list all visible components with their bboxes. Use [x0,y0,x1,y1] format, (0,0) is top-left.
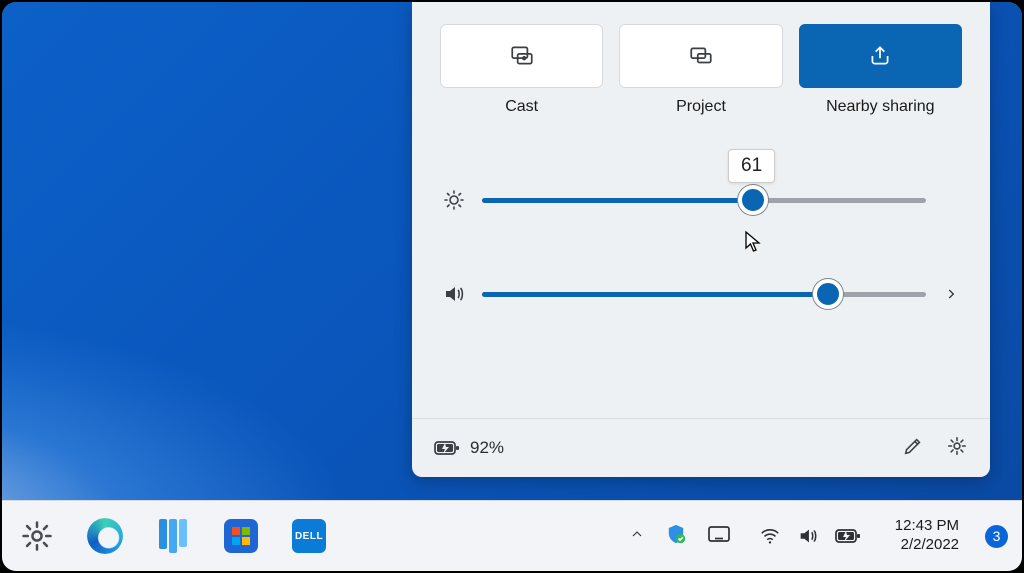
battery-icon [835,527,861,545]
taskbar: DELL 12:43 PM 2/2/2022 3 [2,500,1022,571]
notification-count-badge[interactable]: 3 [985,525,1008,548]
pencil-icon [902,435,924,457]
gear-icon [20,519,54,553]
volume-icon [440,282,468,306]
cast-tile[interactable] [440,24,603,88]
quick-settings-footer: 92% [412,418,990,477]
edit-quick-settings-button[interactable] [902,435,924,462]
battery-status[interactable]: 92% [434,438,504,458]
project-icon [688,43,714,69]
volume-flyout-arrow[interactable] [940,287,962,301]
chevron-up-icon [629,526,645,542]
taskbar-edge-app[interactable] [84,515,126,557]
brightness-slider[interactable] [482,198,926,203]
dell-icon: DELL [292,519,326,553]
taskbar-clock[interactable]: 12:43 PM 2/2/2022 [895,517,959,555]
wifi-icon [759,525,781,547]
files-icon [159,519,187,553]
brightness-tooltip: 61 [728,149,775,183]
cast-icon [509,43,535,69]
edge-icon [87,518,123,554]
cast-label: Cast [440,98,603,116]
store-icon [224,519,258,553]
battery-percent: 92% [470,438,504,458]
shield-icon [665,523,687,545]
tray-overflow-button[interactable] [629,526,645,547]
gear-icon [946,435,968,457]
brightness-row [412,180,990,220]
taskbar-settings-app[interactable] [16,515,58,557]
battery-icon [434,438,460,458]
taskbar-file-explorer-app[interactable] [152,515,194,557]
quick-settings-panel: Cast Project Nearby sharing 61 [412,2,990,477]
volume-thumb[interactable] [813,279,843,309]
clock-time: 12:43 PM [895,517,959,536]
system-tray-network-volume-battery[interactable] [751,521,869,551]
volume-row [412,274,990,314]
brightness-thumb[interactable] [738,185,768,215]
volume-slider[interactable] [482,292,926,297]
tray-input-indicator[interactable] [707,524,731,549]
mouse-cursor [744,230,764,254]
nearby-sharing-label: Nearby sharing [799,98,962,116]
share-icon [867,43,893,69]
taskbar-dell-app[interactable]: DELL [288,515,330,557]
keyboard-icon [707,524,731,544]
brightness-icon [440,188,468,212]
settings-button[interactable] [946,435,968,462]
project-label: Project [619,98,782,116]
clock-date: 2/2/2022 [901,536,959,555]
project-tile[interactable] [619,24,782,88]
tray-security-icon[interactable] [665,523,687,550]
nearby-sharing-tile[interactable] [799,24,962,88]
volume-icon [797,525,819,547]
taskbar-microsoft-store-app[interactable] [220,515,262,557]
